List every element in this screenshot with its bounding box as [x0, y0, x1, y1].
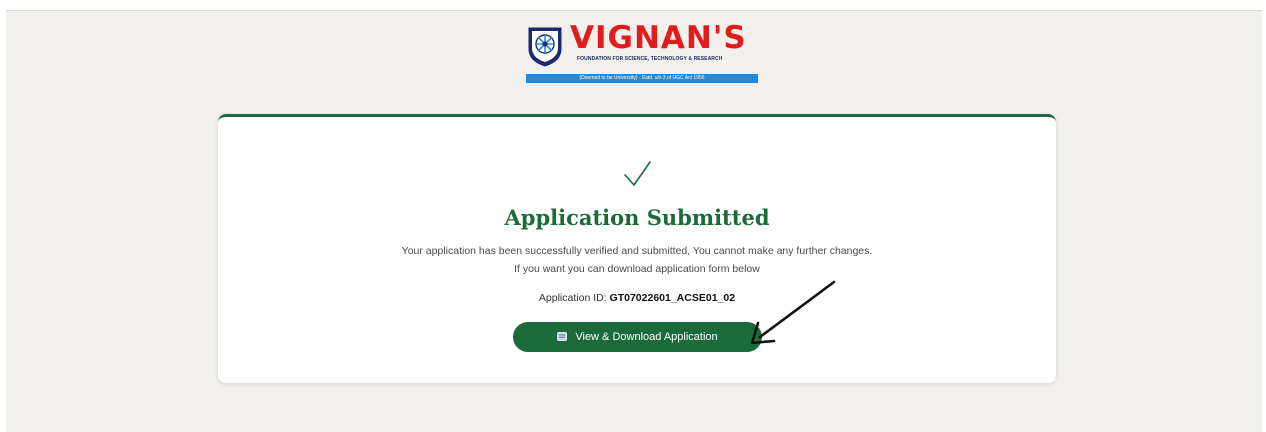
- logo-wordmark: VIGNAN'S: [570, 20, 747, 56]
- document-icon: [557, 332, 568, 341]
- pointer-arrow-icon: [750, 280, 836, 345]
- submission-card: Application Submitted Your application h…: [218, 114, 1056, 383]
- submission-message: Your application has been successfully v…: [401, 245, 873, 257]
- page-title: Application Submitted: [504, 205, 770, 230]
- download-hint: If you want you can download application…: [514, 263, 760, 275]
- page-background: VIGNAN'S FOUNDATION FOR SCIENCE, TECHNOL…: [6, 10, 1262, 432]
- logo-tagline: FOUNDATION FOR SCIENCE, TECHNOLOGY & RES…: [577, 56, 723, 62]
- application-id-label: Application ID:: [538, 292, 607, 304]
- university-emblem-icon: [528, 27, 562, 67]
- application-id-value: GT07022601_ACSE01_02: [609, 292, 736, 304]
- application-id: Application ID: GT07022601_ACSE01_02: [218, 292, 1056, 304]
- download-button-label: View & Download Application: [575, 331, 718, 343]
- university-logo: VIGNAN'S FOUNDATION FOR SCIENCE, TECHNOL…: [522, 20, 762, 85]
- checkmark-icon: [624, 161, 651, 186]
- logo-accreditation-band: (Deemed to be University) - Estd. u/s 3 …: [526, 74, 758, 83]
- view-download-application-button[interactable]: View & Download Application: [513, 322, 762, 352]
